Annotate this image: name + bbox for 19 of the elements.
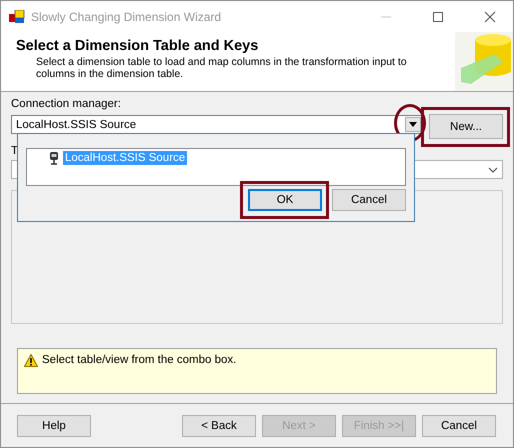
caret-icon	[409, 122, 417, 127]
help-button[interactable]: Help	[17, 415, 91, 437]
ok-button[interactable]: OK	[248, 189, 322, 211]
combo-value: LocalHost.SSIS Source	[16, 118, 136, 130]
warning-icon	[24, 354, 38, 367]
dropdown-button[interactable]	[405, 117, 421, 132]
connection-manager-combo[interactable]: LocalHost.SSIS Source	[11, 115, 423, 134]
page-title: Select a Dimension Table and Keys	[16, 38, 260, 54]
page-description: Select a dimension table to load and map columns in the transformation input to columns in the dimension table.	[35, 56, 408, 80]
chevron-down-icon	[488, 166, 498, 172]
wizard-button[interactable]: < Back	[182, 415, 256, 437]
window-title: Slowly Changing Dimension Wizard	[31, 10, 222, 24]
cancel-button[interactable]: Cancel	[332, 189, 406, 211]
app-icon	[9, 10, 25, 24]
message-text: Select table/view from the combo box.	[42, 354, 236, 366]
connection-manager-label: Connection manager:	[11, 98, 121, 112]
wizard-button[interactable]: Cancel	[422, 415, 496, 437]
new-button[interactable]: New...	[429, 114, 503, 139]
server-icon	[49, 151, 59, 165]
